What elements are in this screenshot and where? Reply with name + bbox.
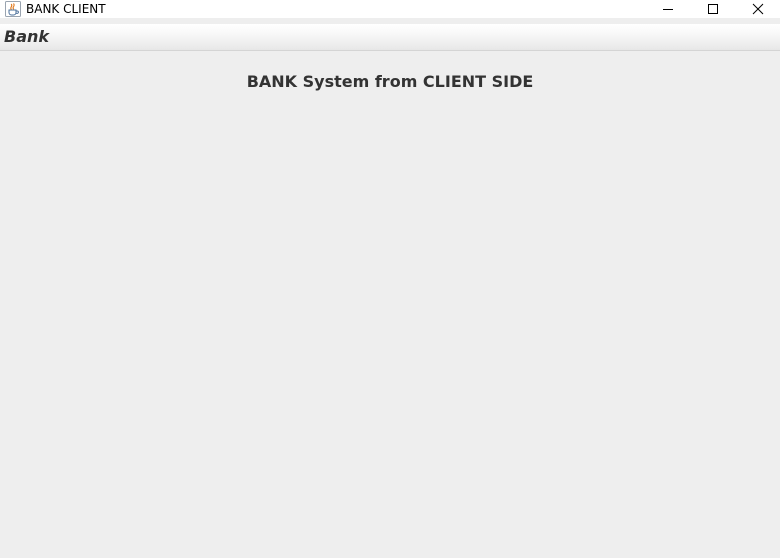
main-panel: BANK System from CLIENT SIDE [0,51,780,558]
maximize-button[interactable] [690,0,735,18]
menu-bar: Bank [0,24,780,51]
minimize-button[interactable] [645,0,690,18]
java-cup-icon [5,1,21,17]
title-bar[interactable]: BANK CLIENT [0,0,780,18]
window-title: BANK CLIENT [26,2,106,16]
maximize-icon [707,3,719,15]
close-button[interactable] [735,0,780,18]
close-icon [752,3,764,15]
menu-bank[interactable]: Bank [4,27,49,47]
application-window: BANK CLIENT Bank BANK System from CLIENT… [0,0,780,558]
minimize-icon [662,3,674,15]
page-title: BANK System from CLIENT SIDE [246,72,534,91]
